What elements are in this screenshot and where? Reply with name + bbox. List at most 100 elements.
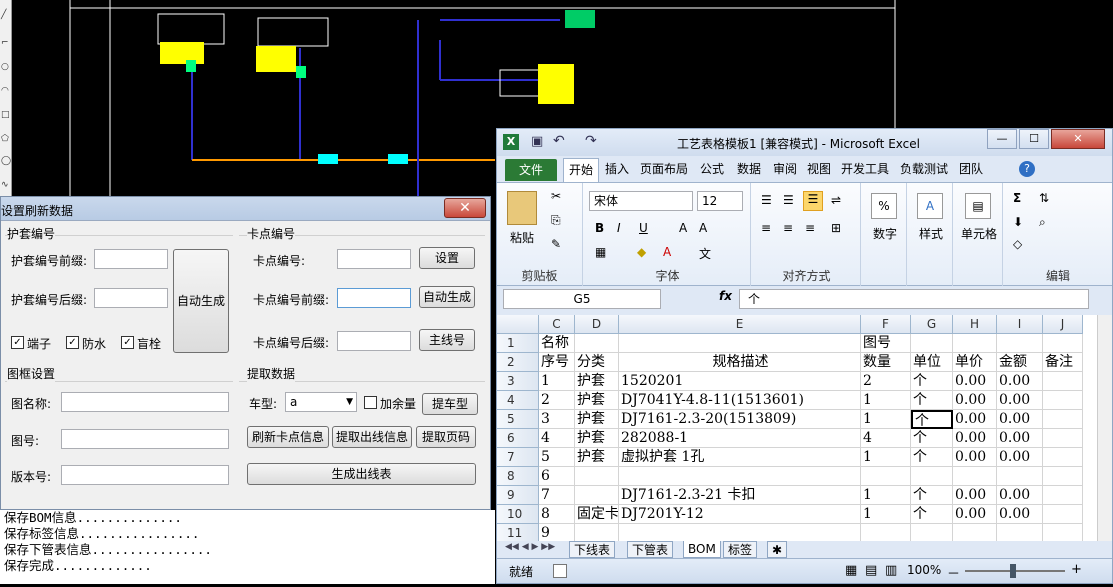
cell-H1[interactable] bbox=[953, 334, 997, 353]
card-number-input[interactable] bbox=[337, 249, 411, 269]
cell-D4[interactable]: 护套 bbox=[575, 391, 619, 410]
cell-F9[interactable]: 1 bbox=[861, 486, 911, 505]
cell-G1[interactable] bbox=[911, 334, 953, 353]
fill-color-icon[interactable]: ◆ bbox=[637, 245, 646, 259]
row-header[interactable]: 6 bbox=[497, 429, 539, 448]
dialog-titlebar[interactable]: 设置刷新数据 ✕ bbox=[1, 197, 490, 221]
cell-F4[interactable]: 1 bbox=[861, 391, 911, 410]
border-icon[interactable]: ▦ bbox=[595, 245, 606, 259]
cell-F8[interactable] bbox=[861, 467, 911, 486]
cell-D9[interactable] bbox=[575, 486, 619, 505]
cell-D10[interactable]: 固定卡 bbox=[575, 505, 619, 524]
font-name-select[interactable]: 宋体 bbox=[589, 191, 693, 211]
cell-I11[interactable] bbox=[997, 524, 1043, 541]
waterproof-checkbox[interactable]: ✓ bbox=[66, 336, 79, 349]
cell-F6[interactable]: 4 bbox=[861, 429, 911, 448]
cell-H9[interactable]: 0.00 bbox=[953, 486, 997, 505]
cell-I10[interactable]: 0.00 bbox=[997, 505, 1043, 524]
cut-icon[interactable]: ✂ bbox=[551, 189, 561, 203]
font-size-select[interactable]: 12 bbox=[697, 191, 743, 211]
cells-icon[interactable]: ▤ bbox=[965, 193, 991, 219]
zoom-in-button[interactable]: + bbox=[1071, 562, 1082, 577]
excel-close-button[interactable]: ✕ bbox=[1051, 129, 1105, 149]
tab-insert[interactable]: 插入 bbox=[605, 160, 629, 178]
style-label[interactable]: 样式 bbox=[913, 225, 949, 242]
ellipse-tool-icon[interactable]: ◯ bbox=[1, 156, 11, 166]
excel-titlebar[interactable]: X ▣ ↶ ↷ 工艺表格模板1 [兼容模式] - Microsoft Excel… bbox=[497, 129, 1112, 156]
tab-developer[interactable]: 开发工具 bbox=[841, 160, 889, 178]
cell-F1[interactable]: 图号 bbox=[861, 334, 911, 353]
tab-review[interactable]: 审阅 bbox=[773, 160, 797, 178]
zoom-slider-handle[interactable] bbox=[1010, 564, 1016, 578]
cell-E4[interactable]: DJ7041Y-4.8-11(1513601) bbox=[619, 391, 861, 410]
cell-E11[interactable] bbox=[619, 524, 861, 541]
cell-I7[interactable]: 0.00 bbox=[997, 448, 1043, 467]
cell-C7[interactable]: 5 bbox=[539, 448, 575, 467]
sort-filter-icon[interactable]: ⇅ bbox=[1039, 191, 1049, 205]
minimize-button[interactable]: — bbox=[987, 129, 1017, 149]
insert-sheet-icon[interactable]: ✱ bbox=[767, 541, 788, 558]
tab-home[interactable]: 开始 bbox=[563, 158, 599, 182]
column-header[interactable]: D bbox=[575, 315, 619, 334]
percent-icon[interactable]: % bbox=[871, 193, 897, 219]
sheet-tab-label[interactable]: 标签 bbox=[723, 541, 758, 558]
clear-icon[interactable]: ◇ bbox=[1013, 237, 1022, 251]
cell-C11[interactable]: 9 bbox=[539, 524, 575, 541]
cell-D3[interactable]: 护套 bbox=[575, 372, 619, 391]
cell-C6[interactable]: 4 bbox=[539, 429, 575, 448]
cell-D11[interactable] bbox=[575, 524, 619, 541]
column-header[interactable]: J bbox=[1043, 315, 1083, 334]
tab-team[interactable]: 团队 bbox=[959, 160, 983, 178]
phonetic-icon[interactable]: 文 bbox=[699, 245, 711, 262]
card-suffix-input[interactable] bbox=[337, 331, 411, 351]
tab-view[interactable]: 视图 bbox=[807, 160, 831, 178]
cells-label[interactable]: 单元格 bbox=[955, 225, 1003, 242]
cell-J10[interactable] bbox=[1043, 505, 1083, 524]
help-icon[interactable]: ? bbox=[1019, 161, 1035, 177]
style-icon[interactable]: A bbox=[917, 193, 943, 219]
shrink-font-icon[interactable]: A bbox=[699, 221, 707, 235]
cell-J7[interactable] bbox=[1043, 448, 1083, 467]
refresh-card-info-button[interactable]: 刷新卡点信息 bbox=[247, 426, 329, 448]
tab-data[interactable]: 数据 bbox=[737, 160, 761, 178]
card-set-button[interactable]: 设置 bbox=[419, 247, 475, 269]
fx-icon[interactable]: fx bbox=[719, 289, 732, 303]
align-top-icon[interactable]: ☰ bbox=[761, 193, 772, 207]
cell-J5[interactable] bbox=[1043, 410, 1083, 429]
cell-G7[interactable]: 个 bbox=[911, 448, 953, 467]
align-left-icon[interactable]: ≡ bbox=[761, 221, 771, 235]
cell-D7[interactable]: 护套 bbox=[575, 448, 619, 467]
cell-C3[interactable]: 1 bbox=[539, 372, 575, 391]
align-bottom-icon[interactable]: ☰ bbox=[803, 191, 823, 211]
redo-icon[interactable]: ↷ bbox=[585, 133, 597, 149]
cell-D8[interactable] bbox=[575, 467, 619, 486]
row-header[interactable]: 4 bbox=[497, 391, 539, 410]
bold-icon[interactable]: B bbox=[595, 221, 604, 235]
column-header[interactable]: G bbox=[911, 315, 953, 334]
cell-C10[interactable]: 8 bbox=[539, 505, 575, 524]
cell-I8[interactable] bbox=[997, 467, 1043, 486]
align-center-icon[interactable]: ≡ bbox=[783, 221, 793, 235]
paste-label[interactable]: 粘贴 bbox=[505, 229, 539, 246]
cell-G3[interactable]: 个 bbox=[911, 372, 953, 391]
merge-icon[interactable]: ⊞ bbox=[831, 221, 841, 235]
cell-I6[interactable]: 0.00 bbox=[997, 429, 1043, 448]
maximize-button[interactable]: ☐ bbox=[1019, 129, 1049, 149]
italic-icon[interactable]: I bbox=[617, 221, 621, 235]
cell-F2[interactable]: 数量 bbox=[861, 353, 911, 372]
grow-font-icon[interactable]: A bbox=[679, 221, 687, 235]
cell-G6[interactable]: 个 bbox=[911, 429, 953, 448]
card-prefix-input[interactable] bbox=[337, 288, 411, 308]
add-margin-checkbox[interactable] bbox=[364, 396, 377, 409]
cell-H3[interactable]: 0.00 bbox=[953, 372, 997, 391]
sheath-prefix-input[interactable] bbox=[94, 249, 168, 269]
cell-H10[interactable]: 0.00 bbox=[953, 505, 997, 524]
column-header[interactable]: F bbox=[861, 315, 911, 334]
find-select-icon[interactable]: ⌕ bbox=[1039, 215, 1046, 230]
cell-E3[interactable]: 1520201 bbox=[619, 372, 861, 391]
align-right-icon[interactable]: ≡ bbox=[805, 221, 815, 235]
cell-H5[interactable]: 0.00 bbox=[953, 410, 997, 429]
cell-F7[interactable]: 1 bbox=[861, 448, 911, 467]
cell-H11[interactable] bbox=[953, 524, 997, 541]
column-header[interactable]: I bbox=[997, 315, 1043, 334]
